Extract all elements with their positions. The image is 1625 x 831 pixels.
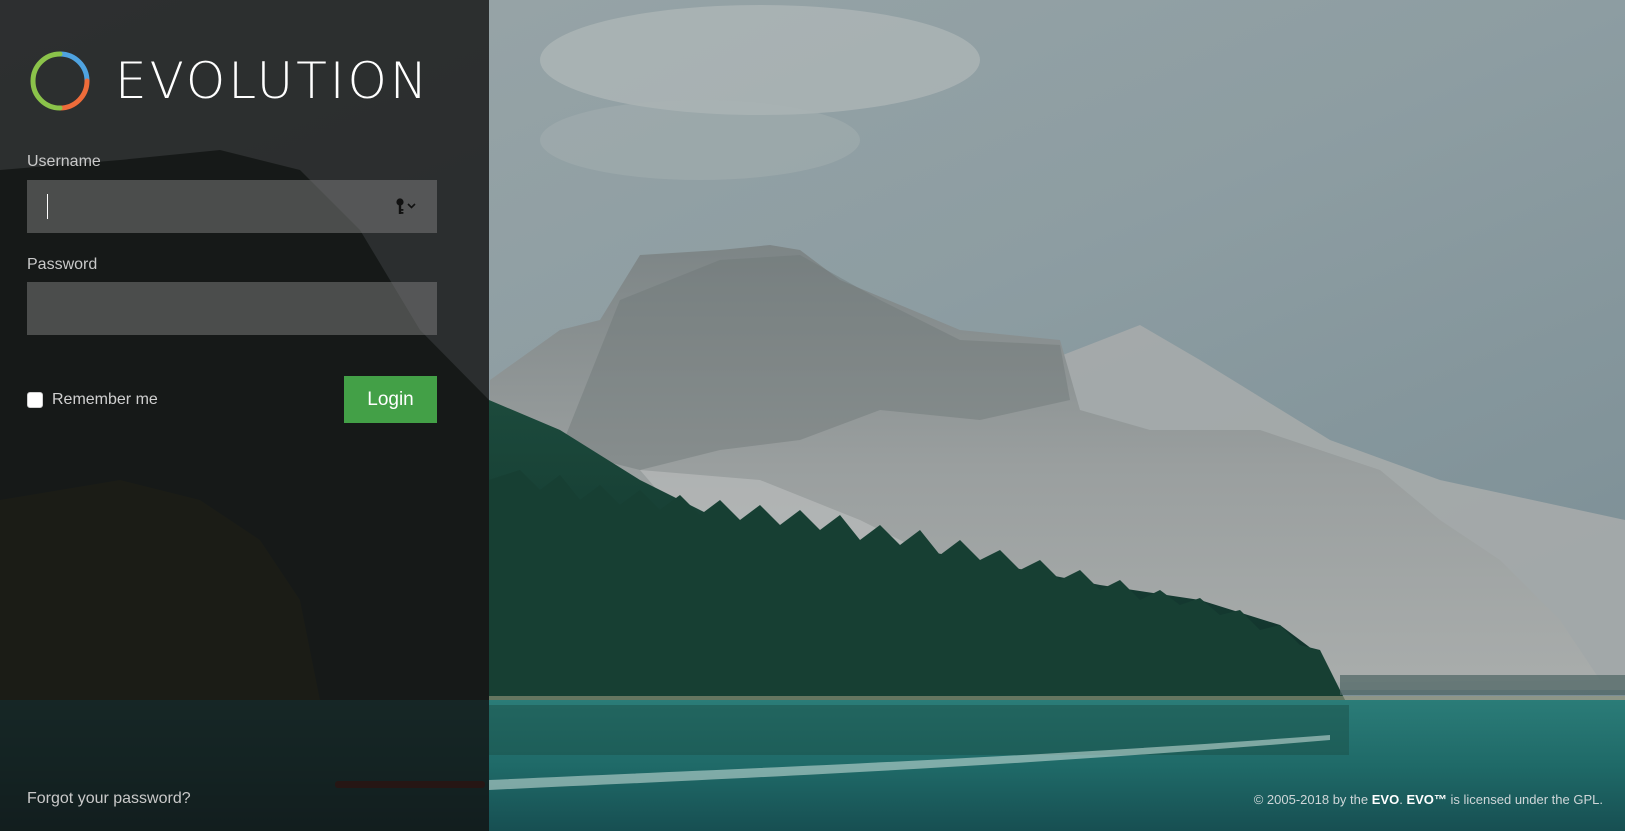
remember-me-checkbox[interactable] [27,392,43,408]
password-label: Password [27,256,98,273]
footer-suffix: is licensed under the GPL. [1446,792,1603,807]
login-panel: EVOLUTION Username Password Remember me … [0,0,489,831]
username-field-wrapper [27,180,437,233]
forgot-password-link[interactable]: Forgot your password? [27,790,191,808]
key-dropdown-icon[interactable] [393,197,419,217]
login-page: EVOLUTION Username Password Remember me … [0,0,1625,831]
username-label: Username [27,153,101,170]
password-field-wrapper [27,282,437,335]
username-input[interactable] [27,180,437,233]
footer-prefix: © 2005-2018 by the [1253,792,1372,807]
evolution-ring-logo-icon [30,51,90,111]
remember-me-row[interactable]: Remember me [27,390,158,410]
password-input[interactable] [27,282,437,335]
login-button[interactable]: Login [344,376,437,423]
text-caret [47,194,48,219]
remember-me-label[interactable]: Remember me [52,391,158,409]
copyright-footer: © 2005-2018 by the EVO. EVO™ is licensed… [1254,792,1603,807]
evo-link[interactable]: EVO [1372,792,1399,807]
evo-trademark: EVO™ [1406,792,1447,807]
brand-name: EVOLUTION [115,52,431,110]
brand-logo: EVOLUTION [27,48,439,114]
